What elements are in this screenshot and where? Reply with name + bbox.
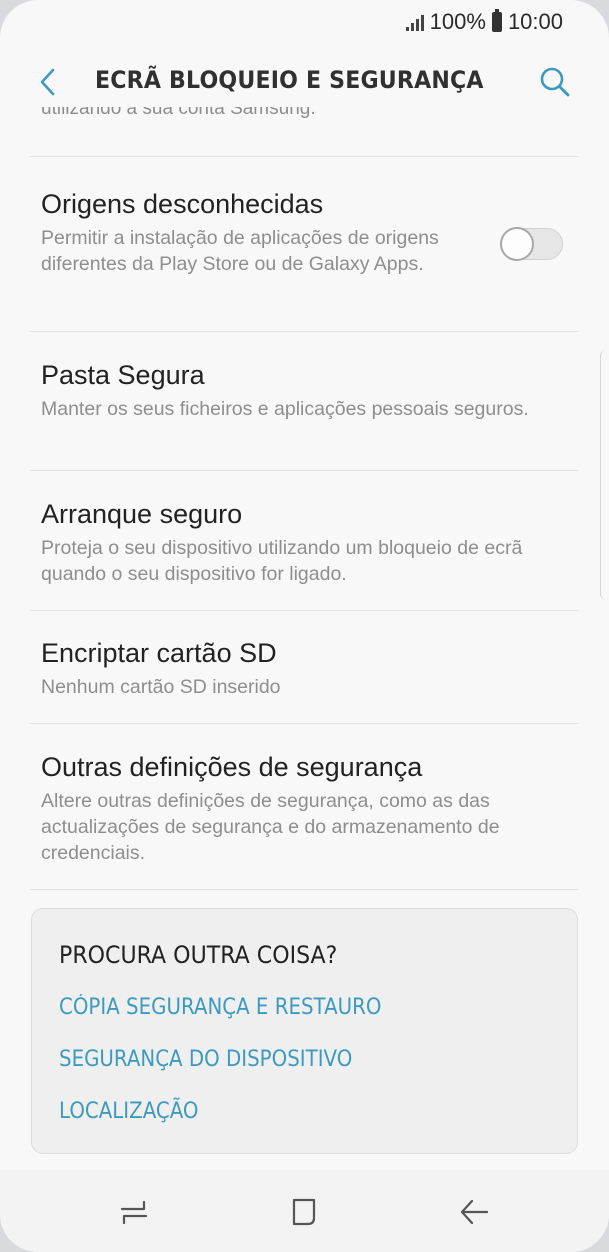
toggle-knob <box>500 227 534 261</box>
divider <box>30 331 579 332</box>
chevron-left-icon <box>40 68 55 96</box>
link-location[interactable]: LOCALIZAÇÃO <box>59 1099 199 1124</box>
suggestions-card: PROCURA OUTRA COISA? CÓPIA SEGURANÇA E R… <box>31 908 578 1154</box>
setting-title: Pasta Segura <box>41 360 205 390</box>
suggestions-title: PROCURA OUTRA COISA? <box>59 941 338 969</box>
search-icon <box>540 67 570 97</box>
divider <box>30 889 579 890</box>
battery-percent: 100% <box>429 9 486 34</box>
divider <box>30 610 579 611</box>
setting-other-security[interactable]: Outras definições de segurança Altere ou… <box>41 750 568 866</box>
setting-title: Origens desconhecidas <box>41 189 324 219</box>
setting-title: Arranque seguro <box>41 499 243 529</box>
home-icon <box>292 1198 316 1226</box>
unknown-sources-toggle[interactable] <box>500 227 563 261</box>
setting-unknown-sources[interactable]: Origens desconhecidas Permitir a instala… <box>41 187 489 277</box>
link-backup-restore[interactable]: CÓPIA SEGURANÇA E RESTAURO <box>59 995 381 1020</box>
recent-apps-button[interactable] <box>114 1192 154 1232</box>
back-button[interactable] <box>28 62 68 102</box>
setting-encrypt-sd[interactable]: Encriptar cartão SD Nenhum cartão SD ins… <box>41 636 568 700</box>
page-title: ECRÃ BLOQUEIO E SEGURANÇA <box>95 66 484 94</box>
setting-title: Outras definições de segurança <box>41 752 423 782</box>
divider <box>30 470 579 471</box>
phone-screen: 100% 10:00 ECRÃ BLOQUEIO E SEGURANÇA uti… <box>0 0 609 1252</box>
setting-description: Proteja o seu dispositivo utilizando um … <box>41 537 523 585</box>
search-button[interactable] <box>535 62 575 102</box>
truncated-description: utilizando a sua conta Samsung. <box>41 107 316 119</box>
back-nav-button[interactable] <box>454 1192 494 1232</box>
divider <box>30 723 579 724</box>
navigation-bar <box>0 1170 609 1252</box>
signal-icon <box>405 13 424 31</box>
home-button[interactable] <box>284 1192 324 1232</box>
setting-description: Altere outras definições de segurança, c… <box>41 790 500 864</box>
status-bar: 100% 10:00 <box>0 0 609 44</box>
setting-description: Manter os seus ficheiros e aplicações pe… <box>41 398 529 420</box>
setting-secure-startup[interactable]: Arranque seguro Proteja o seu dispositiv… <box>41 497 568 587</box>
setting-description: Permitir a instalação de aplicações de o… <box>41 227 439 275</box>
recent-apps-icon <box>120 1200 148 1225</box>
setting-secure-folder[interactable]: Pasta Segura Manter os seus ficheiros e … <box>41 358 568 422</box>
side-edge <box>600 350 609 600</box>
setting-description: Nenhum cartão SD inserido <box>41 676 281 698</box>
clock: 10:00 <box>507 9 563 34</box>
link-device-security[interactable]: SEGURANÇA DO DISPOSITIVO <box>59 1047 352 1072</box>
divider <box>30 156 579 157</box>
battery-icon <box>491 9 502 32</box>
back-arrow-icon <box>460 1199 489 1225</box>
setting-title: Encriptar cartão SD <box>41 638 277 668</box>
